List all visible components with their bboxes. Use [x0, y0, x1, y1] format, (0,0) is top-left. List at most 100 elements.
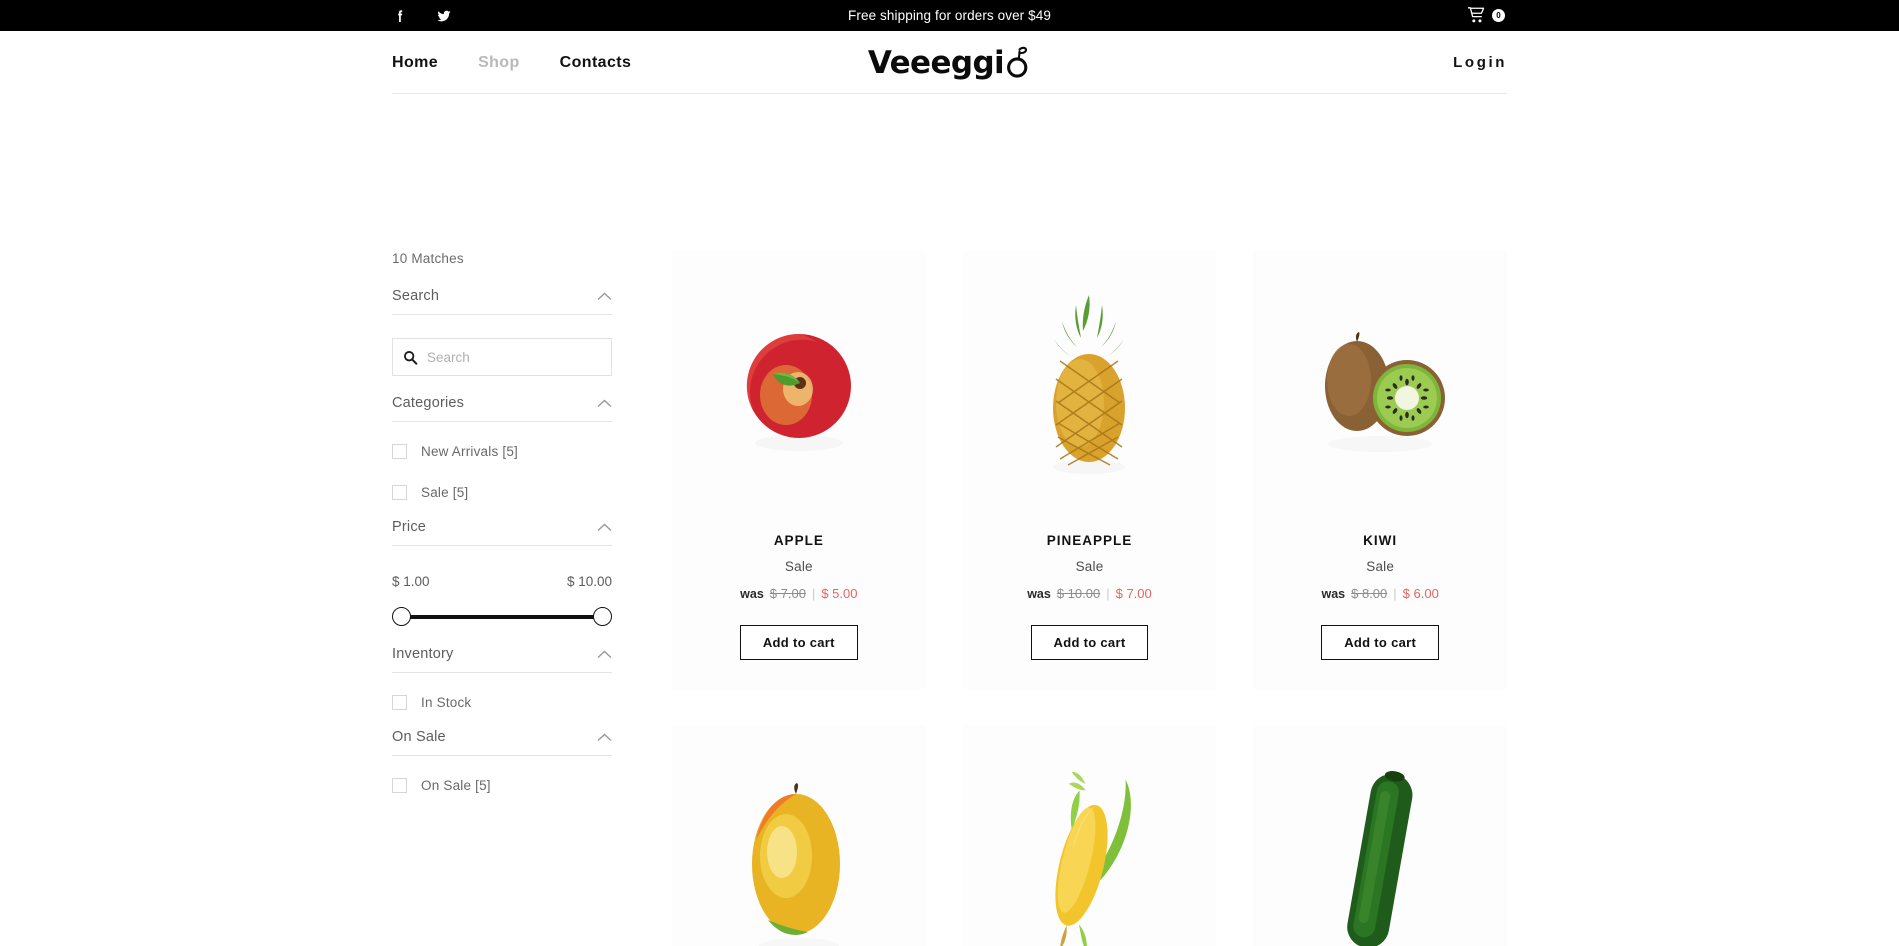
add-to-cart-button[interactable]: Add to cart: [739, 625, 858, 660]
product-image-cucumber[interactable]: [1253, 725, 1507, 946]
search-input[interactable]: [427, 349, 601, 365]
add-to-cart-button[interactable]: Add to cart: [1030, 625, 1149, 660]
announcement-bar: Free shipping for orders over $49 0: [0, 0, 1899, 31]
product-price: was $ 8.00 | $ 6.00: [1321, 586, 1438, 601]
mango-image: [751, 783, 840, 946]
product-image-pineapple[interactable]: [963, 251, 1217, 521]
was-label: was: [740, 586, 764, 601]
product-price: was $ 10.00 | $ 7.00: [1027, 586, 1152, 601]
login-link[interactable]: Login: [1453, 54, 1507, 71]
product-card-pineapple[interactable]: PINEAPPLE Sale was $ 10.00 | $ 7.00 Add …: [962, 251, 1217, 690]
product-card-cucumber[interactable]: CUCUMBER: [1253, 725, 1507, 946]
filter-section-inventory-header[interactable]: Inventory: [392, 646, 612, 673]
filter-title-search: Search: [392, 288, 440, 304]
checkbox-label-on-sale: On Sale [5]: [421, 778, 491, 793]
checkbox-new-arrivals[interactable]: [392, 444, 407, 459]
was-label: was: [1321, 586, 1346, 601]
product-card-mango[interactable]: MANGO: [672, 725, 926, 946]
add-to-cart-button[interactable]: Add to cart: [1321, 625, 1440, 660]
filter-title-categories: Categories: [392, 395, 465, 411]
filter-section-search-header[interactable]: Search: [392, 288, 612, 315]
old-price: $ 10.00: [1056, 586, 1101, 601]
was-label: was: [1027, 586, 1051, 601]
inventory-options: In Stock: [392, 695, 612, 710]
chevron-up-icon: [597, 733, 612, 741]
filter-section-on-sale-header[interactable]: On Sale: [392, 729, 612, 756]
checkbox-row-in-stock[interactable]: In Stock: [392, 695, 612, 710]
page-body: 10 Matches Search Categories New Arrival…: [0, 94, 1899, 946]
product-grid-wrapper: APPLE Sale was $ 7.00 | $ 5.00 Add to ca…: [612, 251, 1507, 946]
product-image-mango[interactable]: [672, 725, 926, 946]
product-card-kiwi[interactable]: KIWI Sale was $ 8.00 | $ 6.00 Add to car…: [1253, 251, 1507, 690]
magnifier-icon: [404, 350, 418, 365]
product-title: PINEAPPLE: [1046, 533, 1133, 548]
shipping-message: Free shipping for orders over $49: [848, 8, 1051, 23]
chevron-up-icon: [597, 523, 612, 531]
slider-handle-min[interactable]: [392, 607, 411, 626]
search-field-wrapper[interactable]: [392, 338, 612, 376]
cucumber-image: [1347, 771, 1413, 946]
checkbox-row-sale[interactable]: Sale [5]: [392, 485, 612, 500]
match-count: 10 Matches: [392, 251, 464, 266]
nav-divider: [392, 93, 1507, 94]
apple-image: [746, 333, 851, 451]
kiwi-image: [1325, 332, 1446, 452]
corn-image: [1055, 772, 1132, 946]
nav-item-shop[interactable]: Shop: [478, 54, 520, 72]
filter-sidebar: 10 Matches Search Categories New Arrival…: [392, 251, 612, 946]
product-badge: Sale: [1075, 559, 1104, 574]
product-title: APPLE: [773, 533, 824, 548]
main-navigation: Home Shop Contacts Veeeggi Login: [0, 31, 1899, 94]
price-separator: |: [811, 586, 816, 601]
sale-price: $ 6.00: [1402, 586, 1439, 601]
product-image-corn[interactable]: [963, 725, 1217, 946]
on-sale-options: On Sale [5]: [392, 778, 612, 793]
product-badge: Sale: [784, 559, 813, 574]
product-image-kiwi[interactable]: [1253, 251, 1507, 521]
old-price: $ 8.00: [1351, 586, 1388, 601]
price-min-label: $ 1.00: [392, 574, 430, 589]
price-range-slider[interactable]: [392, 607, 612, 627]
checkbox-row-on-sale[interactable]: On Sale [5]: [392, 778, 612, 793]
product-price: was $ 7.00 | $ 5.00: [740, 586, 857, 601]
site-logo: Veeeggi: [0, 45, 1899, 81]
checkbox-on-sale[interactable]: [392, 778, 407, 793]
checkbox-sale[interactable]: [392, 485, 407, 500]
price-range-labels: $ 1.00 $ 10.00: [392, 574, 612, 589]
product-title: KIWI: [1363, 533, 1398, 548]
chevron-up-icon: [597, 650, 612, 658]
checkbox-row-new-arrivals[interactable]: New Arrivals [5]: [392, 444, 612, 459]
filter-section-categories-header[interactable]: Categories: [392, 395, 612, 422]
logo-link[interactable]: Veeeggi: [868, 45, 1031, 81]
product-grid: APPLE Sale was $ 7.00 | $ 5.00 Add to ca…: [672, 251, 1507, 946]
nav-item-contacts[interactable]: Contacts: [560, 54, 632, 72]
slider-track: [400, 615, 604, 619]
sale-price: $ 5.00: [821, 586, 858, 601]
cherry-o-icon: [1007, 46, 1028, 78]
checkbox-label-sale: Sale [5]: [421, 485, 469, 500]
product-card-corn[interactable]: CORN: [962, 725, 1217, 946]
pineapple-image: [1053, 295, 1126, 474]
shopping-cart-icon: [1467, 6, 1485, 22]
nav-item-home[interactable]: Home: [392, 54, 438, 72]
product-image-apple[interactable]: [672, 251, 926, 521]
checkbox-label-in-stock: In Stock: [421, 695, 472, 710]
filter-title-price: Price: [392, 519, 427, 535]
price-max-label: $ 10.00: [566, 574, 612, 589]
chevron-up-icon: [597, 292, 612, 300]
product-card-apple[interactable]: APPLE Sale was $ 7.00 | $ 5.00 Add to ca…: [672, 251, 926, 690]
cart-button[interactable]: 0: [1467, 6, 1505, 25]
nav-links: Home Shop Contacts: [392, 54, 631, 72]
slider-handle-max[interactable]: [593, 607, 612, 626]
cart-count-badge: 0: [1492, 9, 1505, 22]
logo-text: Veeeggi: [867, 44, 1005, 81]
filter-section-price-header[interactable]: Price: [392, 519, 612, 546]
chevron-up-icon: [597, 399, 612, 407]
product-badge: Sale: [1366, 559, 1395, 574]
price-separator: |: [1393, 586, 1397, 601]
checkbox-in-stock[interactable]: [392, 695, 407, 710]
old-price: $ 7.00: [769, 586, 806, 601]
categories-options: New Arrivals [5] Sale [5]: [392, 444, 612, 500]
price-separator: |: [1106, 586, 1110, 601]
filter-title-on-sale: On Sale: [392, 729, 446, 745]
